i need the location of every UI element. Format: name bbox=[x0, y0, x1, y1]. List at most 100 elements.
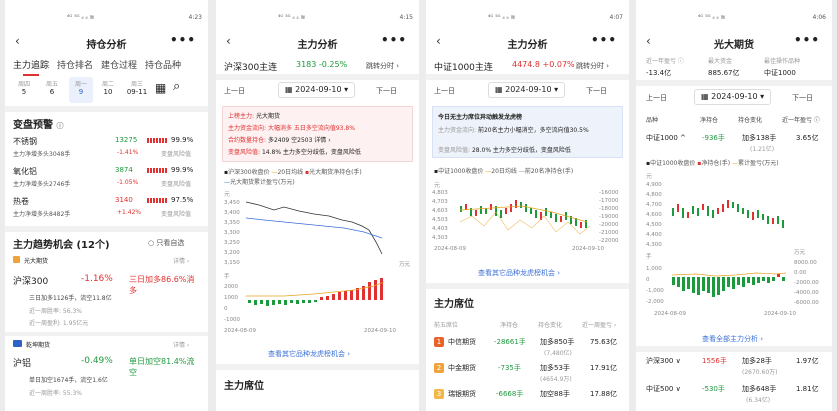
y2-tick: -1000 bbox=[224, 317, 240, 323]
switch-intraday-link[interactable]: 跳转分时 › bbox=[576, 61, 609, 71]
day: 6 bbox=[49, 88, 55, 96]
calendar-icon[interactable]: ▦ bbox=[155, 81, 166, 95]
trend-card[interactable]: 乾坤期货 详情 › 沪铝 -0.49% 单日加空81.4%流空 单日加空1674… bbox=[13, 340, 201, 410]
divider bbox=[5, 106, 208, 112]
alert-item[interactable]: 热卷 3140 97.5% 主力净增多头8482手 +1.42% 变盘风险值 bbox=[13, 196, 201, 222]
date-value: 2024-09-10 bbox=[505, 85, 552, 94]
calendar-icon: ▦ bbox=[495, 85, 503, 94]
nav-bar: ‹ 主力分析 ••• bbox=[426, 32, 629, 52]
y2-right-tick: 8000.00 bbox=[794, 260, 817, 266]
y3-unit: 万元 bbox=[794, 249, 806, 256]
y-tick: 4,600 bbox=[646, 212, 662, 218]
date-item[interactable]: 周四 5 bbox=[13, 79, 35, 96]
yearly-pl: 1.97亿 bbox=[796, 357, 819, 365]
y2-right-tick: 0.00 bbox=[794, 270, 807, 276]
y-tick: 3,300 bbox=[224, 230, 240, 236]
prev-day-button[interactable]: 上一日 bbox=[224, 86, 245, 96]
info-row: 主力资金流向: 前20名主力小幅消空，多空流向值30.5% bbox=[438, 125, 618, 134]
contract-name: 沪铝 bbox=[13, 359, 32, 369]
date-value: 2024-09-10 bbox=[295, 85, 342, 94]
more-icon[interactable]: ••• bbox=[794, 33, 820, 47]
prev-day-button[interactable]: 上一日 bbox=[434, 86, 455, 96]
date-picker[interactable]: ▦ 2024-09-10 ▾ bbox=[488, 82, 566, 98]
alert-item[interactable]: 氧化铝 3874 99.9% 主力净增多头2746手 -1.05% 变盘风险值 bbox=[13, 166, 201, 192]
detail-link[interactable]: 详情 › bbox=[173, 256, 189, 265]
legend-net: 前20名净持仓(手) bbox=[524, 168, 574, 175]
variety-name: 热卷 bbox=[13, 197, 29, 206]
col-header[interactable]: 近一周盈亏 › bbox=[582, 320, 616, 329]
contract-name[interactable]: 沪深300主连 bbox=[224, 60, 277, 73]
other-varieties-link[interactable]: 查看其它品种龙虎榜机会 › bbox=[478, 268, 560, 278]
next-day-button[interactable]: 下一日 bbox=[586, 86, 607, 96]
info-key: 合约数量持仓: bbox=[228, 137, 267, 144]
dragon-tiger-info-box: 上榜主力: 光大期货 主力资金流向: 大幅消多 五日多空流向值93.8% 合约数… bbox=[222, 106, 413, 162]
info-key: 主力资金流向: bbox=[228, 125, 267, 132]
other-varieties-link[interactable]: 查看其它品种龙虎榜机会 › bbox=[268, 349, 350, 359]
y2-right-tick: -6000.00 bbox=[794, 300, 819, 306]
main-force-info-box: 今日无主力席位异动触发龙虎榜 主力资金流向: 前20名主力小幅消空，多空流向值3… bbox=[432, 106, 623, 158]
y-tick: 3,450 bbox=[224, 200, 240, 206]
alert-item[interactable]: 不锈钢 13275 99.9% 主力净增多头3048手 -1.41% 变盘风险值 bbox=[13, 136, 201, 162]
net-position: -6668手 bbox=[496, 390, 524, 398]
y2-tick: -1,000 bbox=[646, 288, 664, 294]
legend-pl: 累计盈亏(万元) bbox=[737, 160, 779, 167]
date-picker[interactable]: ▦ 2024-09-10 ▾ bbox=[278, 82, 356, 98]
next-day-button[interactable]: 下一日 bbox=[376, 86, 397, 96]
more-icon[interactable]: ••• bbox=[170, 33, 196, 47]
table-row[interactable]: 沪深300 ∨ 1556手 加多28手 (2670.60万) 1.97亿 bbox=[646, 356, 832, 380]
position-change-value: (4654.9万) bbox=[540, 376, 572, 383]
price: 3140 bbox=[115, 196, 133, 204]
change: -1.05% bbox=[117, 179, 139, 186]
change: -1.16% bbox=[81, 274, 113, 284]
risk-value: 99.9% bbox=[171, 166, 194, 174]
legend-close: 沪深300收盘价 bbox=[228, 169, 270, 176]
detail-link[interactable]: 详情 › bbox=[173, 340, 189, 349]
weekday: 周五 bbox=[45, 81, 58, 88]
csi1000-chart: 4,803 4,703 4,603 4,503 4,403 4,303 -160… bbox=[432, 190, 619, 252]
info-value[interactable]: 多2409 空2503 详情 › bbox=[268, 137, 331, 144]
contract-name[interactable]: 中证1000主连 bbox=[434, 60, 493, 73]
seat-name: 中金期货 bbox=[448, 364, 476, 372]
col-header[interactable]: 近一年盈亏 ⓘ bbox=[782, 115, 820, 124]
table-row[interactable]: 1 中信期货 -28661手 加多850手 (7,480亿) 75.63亿 bbox=[434, 336, 624, 360]
y-tick: 4,300 bbox=[646, 242, 662, 248]
position-change: 加多53手 bbox=[540, 364, 570, 372]
chart-legend: ▪中证1000收盘价 ▪净持仓(手) —累计盈亏(万元) bbox=[646, 160, 779, 167]
trend-card[interactable]: 光大期货 详情 › 沪深300 -1.16% 三日加多86.6%消多 三日加多1… bbox=[13, 256, 201, 328]
trend-title: 主力趋势机会 (12个) bbox=[13, 240, 110, 251]
prev-day-button[interactable]: 上一日 bbox=[646, 93, 667, 103]
info-row: 上榜主力: 光大期货 bbox=[228, 111, 280, 120]
chevron-down-icon: ▾ bbox=[554, 85, 559, 94]
weekday: 周二 bbox=[101, 81, 114, 88]
y2-right-tick: -2000.00 bbox=[794, 280, 819, 286]
table-row[interactable]: 中证500 ∨ -530手 加多648手 (6.34亿) 1.81亿 bbox=[646, 384, 832, 408]
tab-position-varieties[interactable]: 持仓品种 bbox=[145, 58, 181, 71]
table-row[interactable]: 3 瑞银期货 -6668手 加空88手 17.88亿 bbox=[434, 388, 624, 410]
info-value: 28.0% 主力多空分歧低，变盘风险低 bbox=[471, 147, 571, 154]
search-icon[interactable]: ⌕ bbox=[173, 79, 180, 94]
more-icon[interactable]: ••• bbox=[591, 33, 617, 47]
view-all-analysis-link[interactable]: 查看全部主力分析 › bbox=[702, 334, 763, 344]
date-item[interactable]: 周五 6 bbox=[41, 79, 63, 96]
broker-name: 光大期货 bbox=[24, 258, 49, 265]
position-change: 加多850手 bbox=[540, 338, 575, 346]
info-icon[interactable]: ⓘ bbox=[56, 122, 63, 130]
table-row-expanded[interactable]: 中证1000 ^ -936手 加多138手 (1.21亿) 3.65亿 bbox=[646, 133, 832, 155]
variety-name: 不锈钢 bbox=[13, 137, 37, 146]
tab-build-process[interactable]: 建仓过程 bbox=[101, 58, 137, 71]
date-item[interactable]: 周三 09-11 bbox=[123, 79, 151, 96]
tab-main-tracking[interactable]: 主力追踪 bbox=[13, 58, 49, 76]
risk-bar bbox=[147, 198, 167, 203]
signal-icons: ⁴ᴳ ⁵ᴳ ᵢₗ ᵢₗ ≋ bbox=[698, 14, 726, 21]
self-only-toggle[interactable]: ○ 只看自选 bbox=[148, 238, 184, 248]
table-row[interactable]: 2 中金期货 -735手 加多53手 (4654.9万) 17.91亿 bbox=[434, 362, 624, 386]
switch-intraday-link[interactable]: 跳转分时 › bbox=[366, 61, 399, 71]
date-item[interactable]: 周二 10 bbox=[97, 79, 119, 96]
tab-position-ranking[interactable]: 持仓排名 bbox=[57, 58, 93, 71]
date-item-selected[interactable]: 周一 9 bbox=[69, 77, 93, 103]
x-tick-end: 2024-09-10 bbox=[572, 246, 604, 252]
clock: 4:07 bbox=[609, 14, 623, 21]
date-picker[interactable]: ▦ 2024-09-10 ▾ bbox=[694, 89, 772, 105]
next-day-button[interactable]: 下一日 bbox=[792, 93, 813, 103]
more-icon[interactable]: ••• bbox=[381, 33, 407, 47]
